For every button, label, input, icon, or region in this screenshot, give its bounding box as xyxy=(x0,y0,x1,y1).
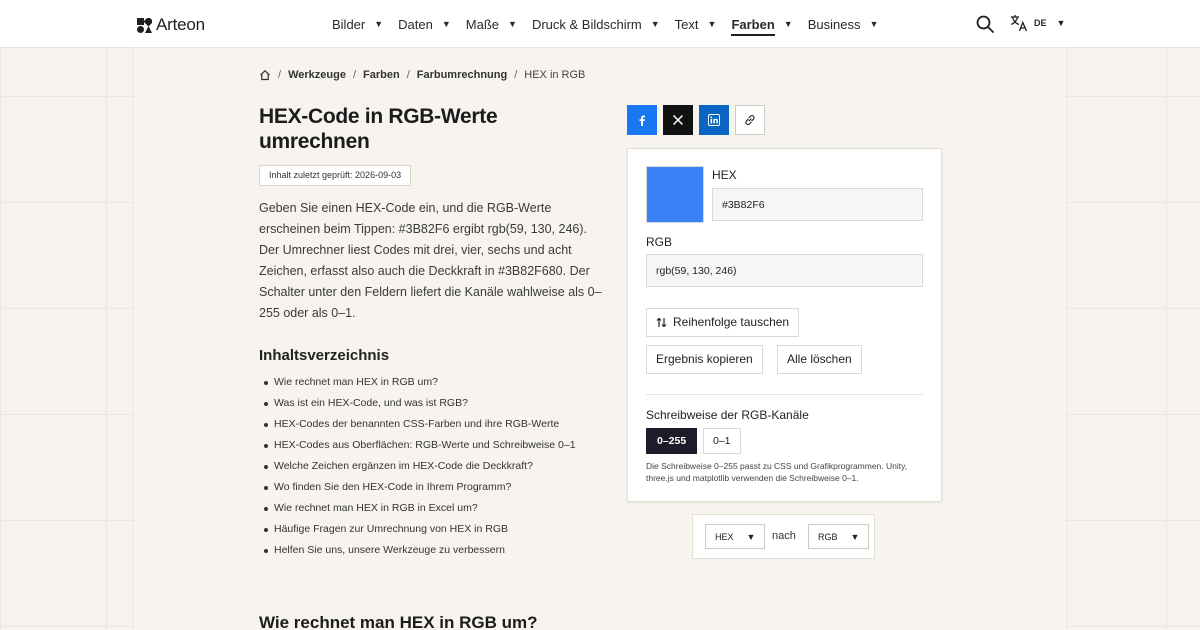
from-format-select[interactable]: HEX ▼ xyxy=(705,524,766,549)
toc-item[interactable]: Wie rechnet man HEX in RGB in Excel um? xyxy=(264,498,576,519)
toc-item[interactable]: Helfen Sie uns, unsere Werkzeuge zu verb… xyxy=(264,540,576,561)
toc-title: Inhaltsverzeichnis xyxy=(259,347,390,364)
share-facebook-button[interactable] xyxy=(627,105,657,135)
breadcrumb-separator: / xyxy=(352,69,356,81)
brand-name: Arteon xyxy=(156,15,205,34)
conversion-selector: HEX ▼ nach RGB ▼ xyxy=(692,514,875,559)
nav-item-text[interactable]: Text ▼ xyxy=(675,0,717,48)
caret-down-icon: ▼ xyxy=(1056,18,1066,28)
to-format-select[interactable]: RGB ▼ xyxy=(808,524,870,549)
search-icon xyxy=(976,15,994,33)
logo-icon xyxy=(137,17,152,33)
copy-link-button[interactable] xyxy=(735,105,765,135)
nav-item-business[interactable]: Business ▼ xyxy=(808,0,879,48)
hex-input[interactable] xyxy=(712,188,923,221)
clear-all-label: Alle löschen xyxy=(787,352,852,366)
caret-down-icon: ▼ xyxy=(869,19,879,29)
nav-item-bilder[interactable]: Bilder ▼ xyxy=(332,0,383,48)
nav-label: Maße xyxy=(465,16,500,32)
link-icon xyxy=(745,114,755,126)
brand-logo[interactable]: Arteon xyxy=(137,15,205,35)
home-icon[interactable] xyxy=(259,69,271,81)
from-format-value: HEX xyxy=(715,531,734,542)
breadcrumb-separator: / xyxy=(278,69,282,81)
copy-result-label: Ergebnis kopieren xyxy=(656,352,753,366)
breadcrumb-farbumrechnung[interactable]: Farbumrechnung xyxy=(417,69,507,81)
caret-down-icon: ▼ xyxy=(441,19,451,29)
breadcrumb-current: HEX in RGB xyxy=(524,69,586,81)
breadcrumb-separator: / xyxy=(406,69,410,81)
linkedin-icon xyxy=(708,114,720,126)
nav-label: Druck & Bildschirm xyxy=(531,16,642,32)
rgb-output[interactable] xyxy=(646,254,923,287)
language-selector[interactable]: DE ▼ xyxy=(1010,14,1065,32)
toc-item[interactable]: Wie rechnet man HEX in RGB um? xyxy=(264,372,576,393)
breadcrumb-separator: / xyxy=(514,69,518,81)
toc-item[interactable]: Was ist ein HEX-Code, und was ist RGB? xyxy=(264,393,576,414)
caret-down-icon: ▼ xyxy=(374,19,384,29)
nav-item-druck-bildschirm[interactable]: Druck & Bildschirm ▼ xyxy=(532,0,660,48)
toc-item[interactable]: Häufige Fragen zur Umrechnung von HEX in… xyxy=(264,519,576,540)
nav-label: Bilder xyxy=(332,16,366,32)
site-header: Arteon Bilder ▼ Daten ▼ Maße ▼ Druck & B… xyxy=(0,0,1200,48)
swap-arrows-icon xyxy=(656,317,667,328)
swap-order-button[interactable]: Reihenfolge tauschen xyxy=(646,308,800,337)
page-title: HEX-Code in RGB-Werte umrechnen xyxy=(259,105,498,153)
nav-item-masse[interactable]: Maße ▼ xyxy=(466,0,517,48)
table-of-contents: Wie rechnet man HEX in RGB um? Was ist e… xyxy=(264,372,576,561)
x-icon xyxy=(672,114,684,126)
language-code: DE xyxy=(1034,18,1047,28)
caret-down-icon: ▼ xyxy=(508,19,517,29)
toc-item[interactable]: Welche Zeichen ergänzen im HEX-Code die … xyxy=(264,456,576,477)
to-format-value: RGB xyxy=(818,531,838,542)
caret-down-icon: ▼ xyxy=(746,531,756,542)
intro-text: Geben Sie einen HEX-Code ein, und die RG… xyxy=(259,201,602,320)
copy-result-button[interactable]: Ergebnis kopieren xyxy=(646,345,763,374)
caret-down-icon: ▼ xyxy=(707,19,717,29)
toc-item[interactable]: HEX-Codes der benannten CSS-Farben und i… xyxy=(264,414,576,435)
hex-label: HEX xyxy=(712,168,737,182)
caret-down-icon: ▼ xyxy=(650,19,660,29)
breadcrumb-farben[interactable]: Farben xyxy=(363,69,400,81)
toc-item[interactable]: HEX-Codes aus Oberflächen: RGB-Werte und… xyxy=(264,435,576,456)
nav-label: Farben xyxy=(731,17,775,36)
swap-order-label: Reihenfolge tauschen xyxy=(673,315,790,329)
notation-label: Schreibweise der RGB-Kanäle xyxy=(646,408,809,422)
connector-text: nach xyxy=(772,530,796,542)
toc-item[interactable]: Wo finden Sie den HEX-Code in Ihrem Prog… xyxy=(264,477,576,498)
converter-card: HEX RGB Reihenfolge tauschen Ergebnis ko… xyxy=(627,148,942,502)
breadcrumb: / Werkzeuge / Farben / Farbumrechnung / … xyxy=(259,69,585,81)
notation-hint: Die Schreibweise 0–255 passt zu CSS und … xyxy=(646,461,908,483)
nav-label: Business xyxy=(807,16,861,32)
color-swatch xyxy=(646,166,704,223)
caret-down-icon: ▼ xyxy=(850,531,860,542)
share-x-button[interactable] xyxy=(663,105,693,135)
section-heading: Wie rechnet man HEX in RGB um? xyxy=(259,613,538,630)
search-button[interactable] xyxy=(975,14,995,34)
clear-all-button[interactable]: Alle löschen xyxy=(777,345,862,374)
rgb-label: RGB xyxy=(646,235,673,249)
nav-label: Text xyxy=(674,16,699,32)
translate-icon xyxy=(1011,15,1028,32)
caret-down-icon: ▼ xyxy=(783,19,793,29)
breadcrumb-werkzeuge[interactable]: Werkzeuge xyxy=(288,69,346,81)
facebook-icon xyxy=(639,115,645,126)
reviewed-badge: Inhalt zuletzt geprüft: 2026-09-03 xyxy=(259,165,412,186)
nav-label: Daten xyxy=(398,16,433,32)
notation-option-0-255[interactable]: 0–255 xyxy=(646,428,698,454)
divider xyxy=(646,394,923,395)
share-buttons xyxy=(627,105,765,135)
notation-option-0-1[interactable]: 0–1 xyxy=(703,428,741,454)
share-linkedin-button[interactable] xyxy=(699,105,729,135)
nav-item-farben[interactable]: Farben ▼ xyxy=(731,0,793,48)
main-nav: Bilder ▼ Daten ▼ Maße ▼ Druck & Bildschi… xyxy=(332,0,893,48)
nav-item-daten[interactable]: Daten ▼ xyxy=(398,0,451,48)
